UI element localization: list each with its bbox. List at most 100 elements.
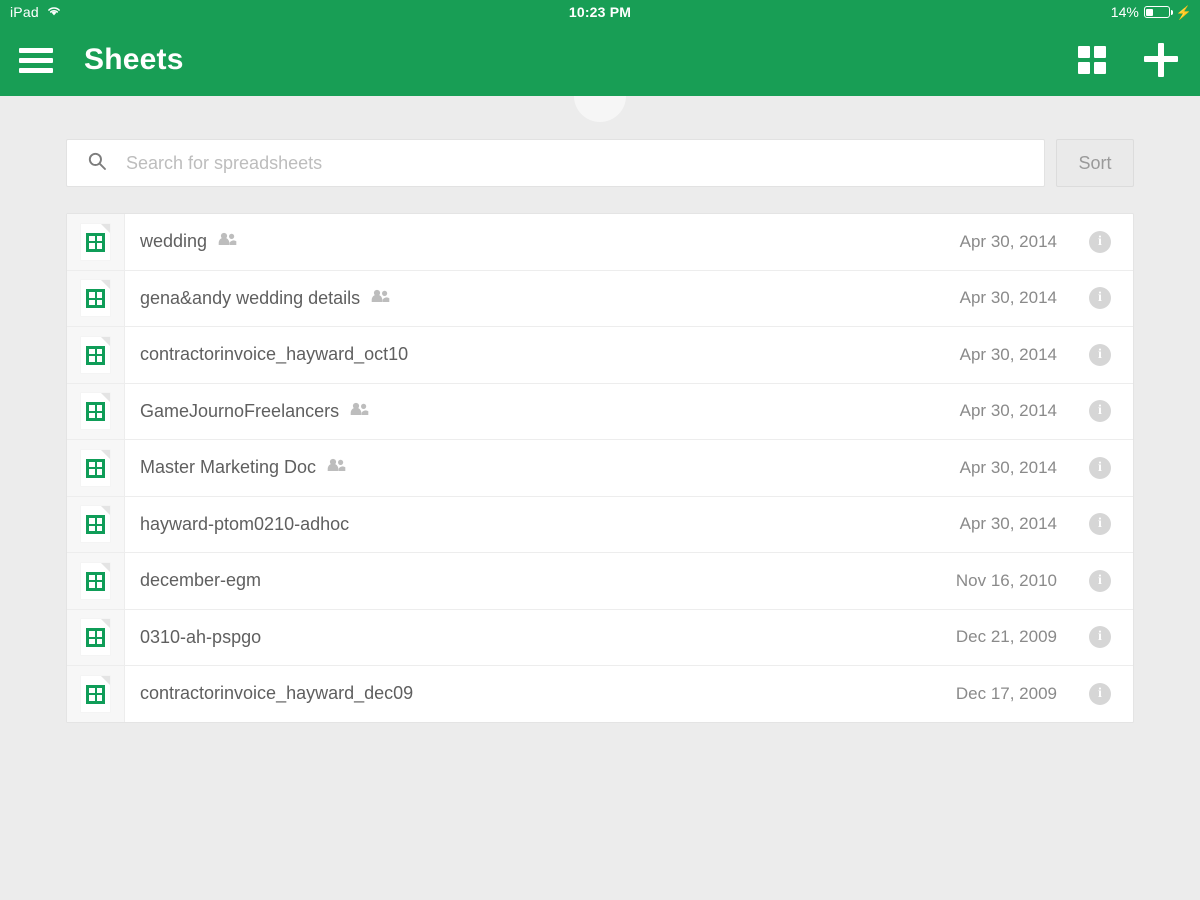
- file-date: Dec 17, 2009: [955, 683, 1057, 703]
- file-name-cell: contractorinvoice_hayward_dec09: [125, 666, 956, 722]
- file-date-cell: Apr 30, 2014: [960, 440, 1067, 496]
- file-icon-cell: [67, 609, 125, 665]
- search-row: Sort: [66, 139, 1134, 187]
- file-name-cell: 0310-ah-pspgo: [125, 610, 956, 666]
- info-button[interactable]: i: [1089, 513, 1111, 536]
- battery-percent-label: 14%: [1110, 4, 1139, 20]
- spreadsheet-file-icon: [81, 336, 110, 373]
- file-name-cell: Master Marketing Doc: [125, 440, 960, 496]
- file-date-cell: Apr 30, 2014: [960, 271, 1067, 327]
- info-button[interactable]: i: [1089, 456, 1111, 479]
- file-icon-cell: [67, 666, 125, 722]
- file-name-cell: hayward-ptom0210-adhoc: [125, 497, 960, 553]
- file-name-cell: gena&andy wedding details: [125, 271, 960, 327]
- sort-button[interactable]: Sort: [1056, 139, 1134, 187]
- file-date: Apr 30, 2014: [959, 514, 1057, 534]
- file-icon-cell: [67, 553, 125, 609]
- file-info-cell: i: [1067, 666, 1133, 722]
- file-name: GameJournoFreelancers: [140, 400, 340, 421]
- page-title: Sheets: [84, 43, 184, 76]
- spreadsheet-file-icon: [81, 675, 110, 712]
- info-button[interactable]: i: [1089, 230, 1111, 253]
- spreadsheet-file-icon: [81, 449, 110, 486]
- file-row[interactable]: wedding Apr 30, 2014 i: [67, 214, 1133, 271]
- file-name: december-egm: [140, 570, 262, 591]
- file-row[interactable]: hayward-ptom0210-adhoc Apr 30, 2014 i: [67, 496, 1133, 553]
- spreadsheet-file-icon: [81, 506, 110, 543]
- file-name: 0310-ah-pspgo: [140, 626, 262, 647]
- file-date-cell: Dec 17, 2009: [956, 666, 1067, 722]
- file-date: Apr 30, 2014: [959, 344, 1057, 364]
- file-date-cell: Dec 21, 2009: [956, 610, 1067, 666]
- file-row[interactable]: contractorinvoice_hayward_dec09 Dec 17, …: [67, 666, 1133, 722]
- plus-icon[interactable]: [1144, 43, 1178, 77]
- status-bar: iPad 10:23 PM 14% ⚡: [0, 0, 1200, 24]
- file-row[interactable]: contractorinvoice_hayward_oct10 Apr 30, …: [67, 327, 1133, 384]
- file-date-cell: Apr 30, 2014: [960, 497, 1067, 553]
- shared-people-icon: [327, 458, 346, 477]
- file-name: gena&andy wedding details: [140, 287, 361, 308]
- info-button[interactable]: i: [1089, 569, 1111, 592]
- file-row[interactable]: Master Marketing Doc Apr 30, 2014 i: [67, 440, 1133, 497]
- app-bar: Sheets: [0, 24, 1200, 96]
- battery-icon: [1143, 6, 1173, 18]
- file-date: Apr 30, 2014: [959, 288, 1057, 308]
- spreadsheet-file-icon: [81, 619, 110, 656]
- file-date-cell: Apr 30, 2014: [960, 214, 1067, 270]
- search-icon: [87, 151, 107, 176]
- file-info-cell: i: [1067, 497, 1133, 553]
- lightning-bolt-icon: ⚡: [1175, 4, 1192, 20]
- file-date-cell: Apr 30, 2014: [960, 384, 1067, 440]
- file-date: Apr 30, 2014: [959, 231, 1057, 251]
- info-button[interactable]: i: [1089, 682, 1111, 705]
- file-name: wedding: [140, 231, 208, 252]
- main-content: Sort wedding Apr 30, 2014 i: [0, 139, 1200, 723]
- file-name: contractorinvoice_hayward_dec09: [140, 683, 414, 704]
- file-icon-cell: [67, 214, 125, 270]
- file-icon-cell: [67, 383, 125, 439]
- file-row[interactable]: 0310-ah-pspgo Dec 21, 2009 i: [67, 609, 1133, 666]
- file-icon-cell: [67, 270, 125, 326]
- file-icon-cell: [67, 496, 125, 552]
- file-name-cell: wedding: [125, 214, 960, 270]
- file-date: Dec 21, 2009: [955, 627, 1057, 647]
- shared-people-icon: [350, 402, 369, 421]
- status-bar-clock: 10:23 PM: [568, 4, 632, 20]
- file-name: hayward-ptom0210-adhoc: [140, 513, 350, 534]
- file-name-cell: december-egm: [125, 553, 956, 609]
- file-name-cell: contractorinvoice_hayward_oct10: [125, 327, 960, 383]
- file-info-cell: i: [1067, 214, 1133, 270]
- file-row[interactable]: december-egm Nov 16, 2010 i: [67, 553, 1133, 610]
- search-input[interactable]: [126, 152, 1044, 174]
- file-date: Nov 16, 2010: [955, 570, 1057, 590]
- file-info-cell: i: [1067, 327, 1133, 383]
- file-info-cell: i: [1067, 553, 1133, 609]
- spreadsheet-file-icon: [81, 393, 110, 430]
- grid-view-icon[interactable]: [1078, 46, 1106, 74]
- file-row[interactable]: GameJournoFreelancers Apr 30, 2014 i: [67, 383, 1133, 440]
- search-box[interactable]: [66, 139, 1045, 187]
- spreadsheet-file-icon: [81, 562, 110, 599]
- file-row[interactable]: gena&andy wedding details Apr 30, 2014 i: [67, 270, 1133, 327]
- hamburger-menu-icon[interactable]: [18, 46, 54, 74]
- file-name: Master Marketing Doc: [140, 457, 317, 478]
- shared-people-icon: [371, 289, 390, 308]
- file-icon-cell: [67, 327, 125, 383]
- status-bar-right: 14% ⚡: [1111, 4, 1192, 20]
- pull-to-refresh-indicator: [574, 96, 626, 122]
- file-info-cell: i: [1067, 384, 1133, 440]
- spreadsheet-file-icon: [81, 223, 110, 260]
- file-info-cell: i: [1067, 440, 1133, 496]
- file-name-cell: GameJournoFreelancers: [125, 384, 960, 440]
- info-button[interactable]: i: [1089, 343, 1111, 366]
- shared-people-icon: [218, 232, 237, 251]
- file-date: Apr 30, 2014: [959, 457, 1057, 477]
- info-button[interactable]: i: [1089, 287, 1111, 310]
- file-date-cell: Apr 30, 2014: [960, 327, 1067, 383]
- file-name: contractorinvoice_hayward_oct10: [140, 344, 409, 365]
- file-date-cell: Nov 16, 2010: [956, 553, 1067, 609]
- info-button[interactable]: i: [1089, 626, 1111, 649]
- info-button[interactable]: i: [1089, 400, 1111, 423]
- spreadsheet-file-icon: [81, 280, 110, 317]
- file-date: Apr 30, 2014: [959, 401, 1057, 421]
